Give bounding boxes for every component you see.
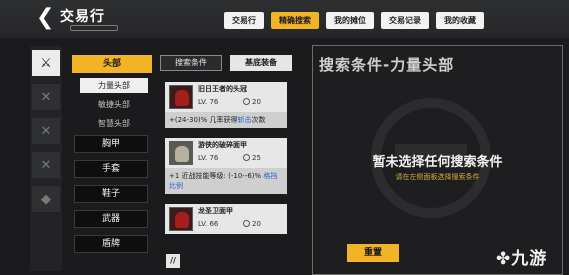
back-arrow-icon[interactable]: ❮ (36, 7, 56, 29)
helmet-icon (169, 141, 193, 165)
page-title: 交易行 (60, 9, 105, 25)
list-tabs: 搜索条件 基底装备 (160, 55, 292, 71)
tab-trade-records[interactable]: 交易记录 (381, 12, 429, 29)
equipment-level: LV. 66 (198, 220, 219, 228)
gem-icon[interactable]: ◆ (32, 186, 60, 212)
tab-my-favorites[interactable]: 我的收藏 (436, 12, 484, 29)
tab-search-conditions[interactable]: 搜索条件 (160, 55, 222, 71)
blade-icon[interactable]: ✕ (32, 118, 60, 144)
equipment-name: 旧日王者的头冠 (198, 85, 247, 93)
sub-category-strength-head[interactable]: 力量头部 (80, 78, 148, 93)
category-shoes[interactable]: 鞋子 (74, 185, 148, 203)
equipment-effect: +(24-30)% 几率获得斩击次数 (165, 112, 287, 128)
equipment-level: LV. 76 (198, 98, 219, 106)
list-toggle-button[interactable]: // (166, 254, 180, 268)
top-tabs: 交易行 精确搜索 我的摊位 交易记录 我的收藏 (224, 12, 484, 30)
helmet-icon (169, 207, 193, 231)
equipment-weight: 25 (243, 154, 261, 162)
equipment-type-sidebar: ⚔ ✕ ✕ ✕ ◆ (30, 46, 62, 271)
equipment-name: 龙圣卫面甲 (198, 207, 233, 215)
top-bar: ❮ 交易行 交易行 精确搜索 我的摊位 交易记录 我的收藏 (0, 0, 569, 38)
title-decoration (70, 25, 118, 31)
category-chest[interactable]: 胸甲 (74, 135, 148, 153)
sub-category-agility-head[interactable]: 敏捷头部 (80, 97, 148, 112)
tab-trade[interactable]: 交易行 (224, 12, 264, 29)
weight-icon (243, 98, 250, 105)
weight-icon (243, 154, 250, 161)
equipment-name: 游侠的破碎面甲 (198, 141, 247, 149)
weight-icon (243, 220, 250, 227)
category-gloves[interactable]: 手套 (74, 160, 148, 178)
site-logo: ✤九游 (496, 249, 548, 269)
equipment-weight: 20 (243, 98, 261, 106)
equipment-card[interactable]: 龙圣卫面甲 LV. 66 20 (165, 204, 287, 234)
tab-base-equipment[interactable]: 基底装备 (230, 55, 292, 71)
helmet-icon (169, 85, 193, 109)
category-list: 头部 力量头部 敏捷头部 智慧头部 胸甲 手套 鞋子 武器 盾牌 (72, 55, 152, 260)
empty-state-message: 暂未选择任何搜索条件 (372, 155, 503, 170)
axe-icon[interactable]: ✕ (32, 84, 60, 110)
sub-category-wisdom-head[interactable]: 智慧头部 (80, 116, 148, 131)
equipment-list: 旧日王者的头冠 LV. 76 20 +(24-30)% 几率获得斩击次数 游侠的… (165, 82, 287, 272)
panel-title: 搜索条件-力量头部 (319, 56, 455, 74)
staff-icon[interactable]: ✕ (32, 152, 60, 178)
category-weapon[interactable]: 武器 (74, 210, 148, 228)
tab-my-stall[interactable]: 我的摊位 (326, 12, 374, 29)
equipment-effect: +1 近战技能等级: (-10--6)% 格挡比例 (165, 168, 287, 194)
category-head[interactable]: 头部 (72, 55, 152, 73)
reset-button[interactable]: 重置 (347, 244, 399, 262)
equipment-card[interactable]: 游侠的破碎面甲 LV. 76 25 +1 近战技能等级: (-10--6)% 格… (165, 138, 287, 194)
equipment-card[interactable]: 旧日王者的头冠 LV. 76 20 +(24-30)% 几率获得斩击次数 (165, 82, 287, 128)
sword-icon[interactable]: ⚔ (32, 50, 60, 76)
equipment-weight: 20 (243, 220, 261, 228)
empty-state-hint: 请在左侧面板选择搜索条件 (395, 173, 480, 181)
category-shield[interactable]: 盾牌 (74, 235, 148, 253)
search-conditions-panel: 搜索条件-力量头部 暂未选择任何搜索条件 请在左侧面板选择搜索条件 重置 (312, 45, 563, 275)
equipment-level: LV. 76 (198, 154, 219, 162)
tab-precise-search[interactable]: 精确搜索 (271, 12, 319, 29)
